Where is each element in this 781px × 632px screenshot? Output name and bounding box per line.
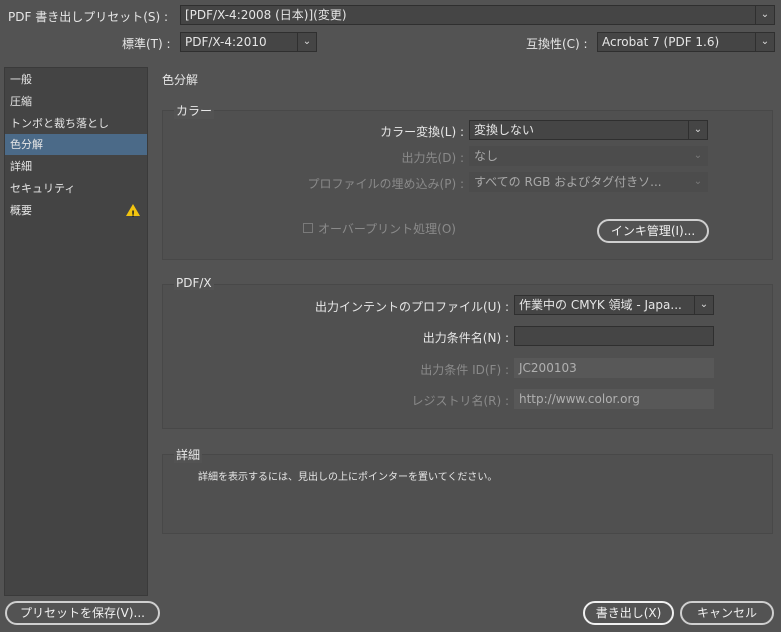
profile-inclusion-value: すべての RGB およびタグ付きソ...	[474, 175, 662, 189]
chevron-down-icon: ⌄	[693, 176, 703, 187]
standard-value: PDF/X-4:2010	[185, 35, 267, 49]
chevron-down-icon: ⌄	[755, 33, 774, 51]
details-group	[162, 454, 773, 534]
standard-select[interactable]: PDF/X-4:2010 ⌄	[180, 32, 317, 52]
compat-select[interactable]: Acrobat 7 (PDF 1.6) ⌄	[597, 32, 775, 52]
preset-label: PDF 書き出しプリセット(S) :	[8, 10, 169, 24]
sidebar-item-label: 一般	[10, 73, 32, 86]
output-intent-select[interactable]: 作業中の CMYK 領域 - Japa... ⌄	[514, 295, 714, 315]
color-conversion-label: カラー変換(L) :	[380, 125, 464, 139]
sidebar-item-marks-bleeds[interactable]: トンボと裁ち落とし	[5, 113, 147, 134]
sidebar-item-label: 色分解	[10, 138, 43, 151]
sidebar-item-output[interactable]: 色分解	[5, 134, 147, 155]
condition-name-label: 出力条件名(N) :	[422, 331, 509, 345]
profile-inclusion-label: プロファイルの埋め込み(P) :	[307, 177, 464, 191]
profile-inclusion-select: すべての RGB およびタグ付きソ... ⌄	[469, 172, 708, 192]
page-title: 色分解	[162, 73, 199, 87]
overprint-checkbox	[303, 223, 313, 233]
preset-value: [PDF/X-4:2008 (日本)](変更)	[185, 8, 347, 22]
sidebar-item-security[interactable]: セキュリティ	[5, 178, 147, 199]
chevron-down-icon: ⌄	[755, 6, 774, 24]
registry-name-field: http://www.color.org	[514, 389, 714, 409]
output-intent-label: 出力インテントのプロファイル(U) :	[314, 300, 509, 314]
sidebar-item-label: 概要	[10, 204, 32, 217]
chevron-down-icon: ⌄	[688, 121, 707, 139]
color-conversion-select[interactable]: 変換しない ⌄	[469, 120, 708, 140]
standard-label: 標準(T) :	[122, 37, 171, 51]
destination-select: なし ⌄	[469, 146, 708, 166]
sidebar-item-compression[interactable]: 圧縮	[5, 91, 147, 112]
sidebar-item-label: 圧縮	[10, 95, 32, 108]
sidebar-item-general[interactable]: 一般	[5, 69, 147, 90]
preset-select[interactable]: [PDF/X-4:2008 (日本)](変更) ⌄	[180, 5, 775, 25]
overprint-label: オーバープリント処理(O)	[318, 222, 456, 236]
cancel-button[interactable]: キャンセル	[680, 601, 774, 625]
ink-manager-button[interactable]: インキ管理(I)...	[597, 219, 709, 243]
sidebar-item-label: セキュリティ	[10, 182, 76, 195]
chevron-down-icon: ⌄	[693, 150, 703, 161]
color-group-title: カラー	[174, 102, 215, 119]
sidebar-item-summary[interactable]: 概要 !	[5, 200, 147, 221]
sidebar-item-label: トンボと裁ち落とし	[10, 117, 109, 130]
chevron-down-icon: ⌄	[694, 296, 713, 314]
chevron-down-icon: ⌄	[297, 33, 316, 51]
details-group-title: 詳細	[174, 446, 203, 463]
output-intent-value: 作業中の CMYK 領域 - Japa...	[519, 298, 682, 312]
condition-id-label: 出力条件 ID(F) :	[420, 363, 509, 377]
color-conversion-value: 変換しない	[474, 123, 535, 137]
destination-value: なし	[474, 149, 499, 163]
save-preset-button[interactable]: プリセットを保存(V)...	[5, 601, 160, 625]
details-text: 詳細を表示するには、見出しの上にポインターを置いてください。	[198, 472, 498, 483]
registry-name-label: レジストリ名(R) :	[411, 394, 509, 408]
sidebar-item-label: 詳細	[10, 160, 32, 173]
pdfx-group-title: PDF/X	[174, 276, 214, 290]
condition-id-field: JC200103	[514, 358, 714, 378]
compat-value: Acrobat 7 (PDF 1.6)	[602, 35, 720, 49]
compat-label: 互換性(C) :	[526, 37, 588, 51]
destination-label: 出力先(D) :	[401, 151, 464, 165]
sidebar-item-advanced[interactable]: 詳細	[5, 156, 147, 177]
condition-name-field[interactable]	[514, 326, 714, 346]
sidebar: 一般 圧縮 トンボと裁ち落とし 色分解 詳細 セキュリティ 概要 !	[4, 67, 148, 596]
export-button[interactable]: 書き出し(X)	[583, 601, 674, 625]
warning-icon: !	[126, 204, 140, 220]
